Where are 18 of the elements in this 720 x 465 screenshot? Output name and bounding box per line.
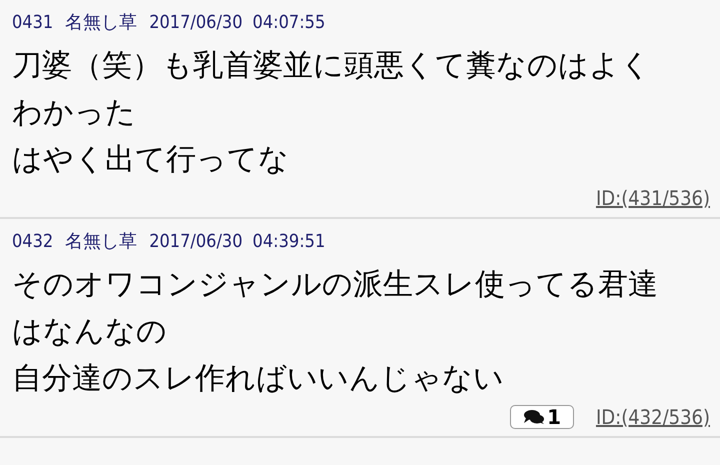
post-time: 04:39:51 xyxy=(252,230,326,254)
post-text-line: わかった xyxy=(12,94,136,132)
post-text-line: そのオワコンジャンルの派生スレ使ってる君達 xyxy=(12,266,658,304)
post-date: 2017/06/30 xyxy=(149,11,243,35)
post-number: 0431 xyxy=(12,11,54,35)
id-link[interactable]: ID:(431/536) xyxy=(596,183,710,213)
poster-name: 名無し草 xyxy=(65,11,138,35)
post-date: 2017/06/30 xyxy=(149,230,243,254)
reply-count-button[interactable]: 1 xyxy=(510,405,574,429)
post-number: 0432 xyxy=(12,230,54,254)
poster-name: 名無し草 xyxy=(65,230,138,254)
id-link[interactable]: ID:(432/536) xyxy=(596,402,710,432)
post-text-line: 刀婆（笑）も乳首婆並に頭悪くて糞なのはよく xyxy=(12,47,651,85)
post-time: 04:07:55 xyxy=(252,11,326,35)
post-text-line: 自分達のスレ作ればいいんじゃない xyxy=(12,360,504,398)
post-text-line: はやく出て行ってな xyxy=(12,141,289,179)
speech-bubbles-icon xyxy=(523,409,546,425)
post-text-line: はなんなの xyxy=(12,313,167,351)
